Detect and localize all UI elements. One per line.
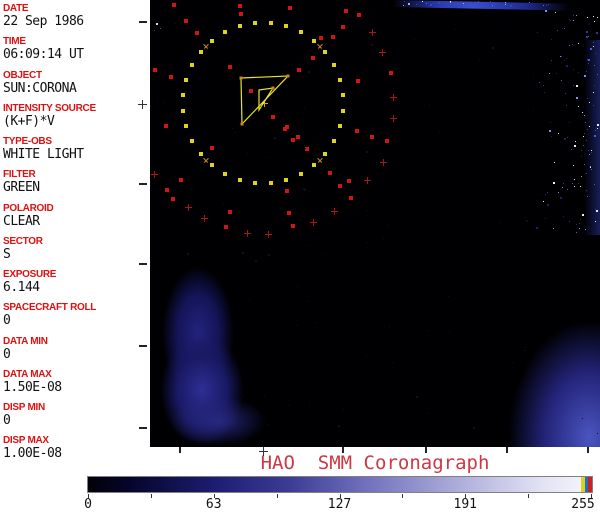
field-value: 06:09:14 UT [3, 47, 149, 62]
axis-tick [139, 345, 147, 347]
field-value: 1.00E-08 [3, 446, 149, 461]
colorbar-tick-label: 191 [443, 497, 487, 512]
metadata-field: SECTORS [3, 236, 149, 262]
field-value: 0 [3, 313, 149, 328]
colorbar-tick [528, 494, 529, 498]
field-label: INTENSITY SOURCE [3, 103, 149, 114]
colorbar-tick-label: 255 [561, 497, 600, 512]
axis-tick [506, 447, 508, 453]
metadata-field: TIME06:09:14 UT [3, 36, 149, 62]
axis-tick [587, 447, 589, 453]
field-value: 6.144 [3, 280, 149, 295]
pointing-triangle-overlay [150, 0, 600, 447]
axis-tick [139, 427, 147, 429]
field-label: TIME [3, 36, 149, 47]
field-value: WHITE LIGHT [3, 147, 149, 162]
metadata-field: EXPOSURE6.144 [3, 269, 149, 295]
metadata-field: TYPE-OBSWHITE LIGHT [3, 136, 149, 162]
metadata-field: FILTERGREEN [3, 169, 149, 195]
axis-tick [342, 447, 344, 453]
colorbar-tick [402, 494, 403, 498]
axis-tick [425, 447, 427, 453]
colorbar-tick [151, 494, 152, 498]
axis-tick [139, 183, 147, 185]
field-label: SECTOR [3, 236, 149, 247]
field-label: POLAROID [3, 203, 149, 214]
field-value: SUN:CORONA [3, 81, 149, 96]
axis-tick-cross [259, 447, 268, 456]
field-value: 22 Sep 1986 [3, 14, 149, 29]
field-label: DISP MIN [3, 402, 149, 413]
triangle-vertex-dot [272, 87, 275, 90]
triangle-vertex-dot [241, 123, 244, 126]
axis-tick-cross [138, 100, 147, 109]
metadata-field: DATA MAX1.50E-08 [3, 369, 149, 395]
field-label: EXPOSURE [3, 269, 149, 280]
metadata-field: DISP MIN0 [3, 402, 149, 428]
field-label: DISP MAX [3, 435, 149, 446]
metadata-field: DATA MIN0 [3, 336, 149, 362]
field-label: DATA MIN [3, 336, 149, 347]
metadata-sidebar: DATE22 Sep 1986 TIME06:09:14 UT OBJECTSUN:… [0, 0, 150, 447]
field-value: (K+F)*V [3, 114, 149, 129]
axis-tick [179, 447, 181, 453]
colorbar-tick-label: 0 [66, 497, 110, 512]
metadata-field: DISP MAX1.00E-08 [3, 435, 149, 461]
field-label: DATA MAX [3, 369, 149, 380]
image-area [150, 0, 600, 447]
axis-tick [139, 263, 147, 265]
field-value: S [3, 247, 149, 262]
metadata-field: POLAROIDCLEAR [3, 203, 149, 229]
field-value: GREEN [3, 180, 149, 195]
pointing-triangle-inner [259, 88, 273, 110]
field-label: TYPE-OBS [3, 136, 149, 147]
field-value: 0 [3, 347, 149, 362]
footer-title: HAO SMM Coronagraph [150, 452, 600, 474]
triangle-vertex-dot [240, 77, 243, 80]
metadata-field: OBJECTSUN:CORONA [3, 70, 149, 96]
colorbar-gradient [87, 476, 593, 493]
triangle-vertex-dot [287, 75, 290, 78]
field-label: FILTER [3, 169, 149, 180]
field-value: 0 [3, 413, 149, 428]
colorbar-tick-label: 127 [318, 497, 362, 512]
metadata-field: SPACECRAFT ROLL0 [3, 302, 149, 328]
field-label: OBJECT [3, 70, 149, 81]
field-label: DATE [3, 3, 149, 14]
metadata-field: DATE22 Sep 1986 [3, 3, 149, 29]
metadata-field: INTENSITY SOURCE(K+F)*V [3, 103, 149, 129]
colorbar-tick-label: 63 [192, 497, 236, 512]
field-value: CLEAR [3, 214, 149, 229]
axis-tick [139, 21, 147, 23]
pointing-triangle-outer [241, 76, 288, 124]
smm-viewer-window: DATE22 Sep 1986 TIME06:09:14 UT OBJECTSUN:… [0, 0, 600, 512]
colorbar-tick [277, 494, 278, 498]
field-value: 1.50E-08 [3, 380, 149, 395]
field-label: SPACECRAFT ROLL [3, 302, 149, 313]
